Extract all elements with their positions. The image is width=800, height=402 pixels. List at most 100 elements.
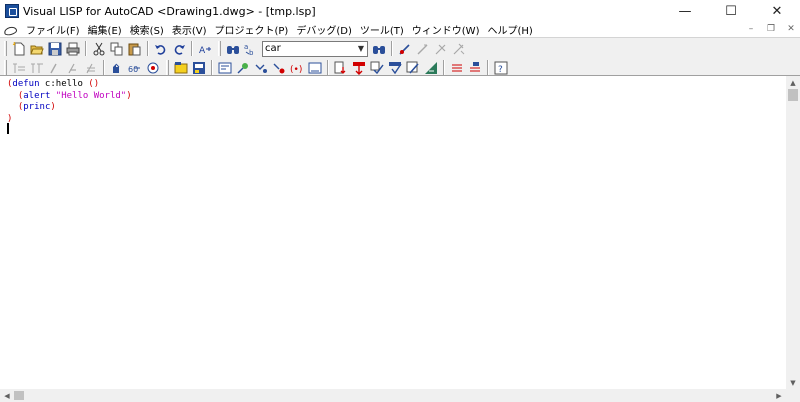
redo-icon[interactable]: [171, 41, 187, 57]
console-icon[interactable]: [191, 60, 207, 76]
toolbar-grip[interactable]: [218, 41, 221, 56]
replace-icon[interactable]: ab: [243, 41, 259, 57]
print-icon[interactable]: [65, 41, 81, 57]
toolbar-row-debug: 60 (•) ?: [0, 58, 800, 77]
menu-edit[interactable]: 編集(E): [84, 22, 126, 37]
scroll-up-button[interactable]: ▲: [786, 76, 800, 89]
menu-window[interactable]: ウィンドウ(W): [408, 22, 484, 37]
breakpoint-list-icon[interactable]: [351, 60, 367, 76]
open-file-icon[interactable]: [29, 41, 45, 57]
mdi-controls: – ❐ ✕: [744, 22, 798, 35]
format-icon[interactable]: [83, 60, 99, 76]
menu-file[interactable]: ファイル(F): [22, 22, 84, 37]
document-menu-icon[interactable]: [4, 25, 18, 35]
svg-text:b: b: [249, 49, 254, 56]
vertical-scroll-thumb[interactable]: [788, 89, 798, 101]
toolbar-grip[interactable]: [166, 60, 169, 75]
trace-window-icon[interactable]: [423, 60, 439, 76]
toolbar-grip[interactable]: [4, 41, 7, 56]
new-file-icon[interactable]: [11, 41, 27, 57]
toggle-breakpoint-icon[interactable]: [397, 41, 413, 57]
horizontal-scrollbar[interactable]: ◀ ▶: [0, 389, 786, 402]
maximize-button[interactable]: ☐: [708, 0, 754, 22]
comment-block-icon[interactable]: [467, 60, 483, 76]
trace-icon[interactable]: [433, 41, 449, 57]
doc-restore-button[interactable]: ❐: [764, 22, 778, 35]
code-line-3: (princ): [7, 102, 132, 114]
svg-text:A: A: [199, 46, 206, 56]
minimize-button[interactable]: —: [662, 0, 708, 22]
step-into-icon[interactable]: [235, 60, 251, 76]
undo-icon[interactable]: [153, 41, 169, 57]
toolbar-separator: [103, 60, 105, 75]
inspect-icon[interactable]: [415, 41, 431, 57]
svg-text:?: ?: [498, 65, 503, 75]
window-icon[interactable]: [145, 60, 161, 76]
search-combo-value[interactable]: car: [263, 43, 355, 54]
toolbar-separator: [191, 41, 193, 56]
keyword: alert: [23, 90, 51, 101]
paste-icon[interactable]: [127, 41, 143, 57]
scrollbar-corner: [786, 389, 800, 402]
svg-text:(•): (•): [290, 65, 302, 75]
toolbar-separator: [391, 41, 393, 56]
app-icon[interactable]: [5, 4, 19, 18]
indent-icon[interactable]: [11, 60, 27, 76]
unindent-icon[interactable]: [29, 60, 45, 76]
search-combo[interactable]: car ▼: [262, 40, 368, 57]
comment-icon[interactable]: [47, 60, 63, 76]
save-icon[interactable]: [47, 41, 63, 57]
close-button[interactable]: ✕: [754, 0, 800, 22]
menu-project[interactable]: プロジェクト(P): [211, 22, 293, 37]
check-icon[interactable]: 60: [127, 60, 143, 76]
load-selection-icon[interactable]: [109, 60, 125, 76]
load-file-icon[interactable]: [173, 60, 189, 76]
scroll-down-button[interactable]: ▼: [786, 376, 800, 389]
menu-view[interactable]: 表示(V): [168, 22, 211, 37]
toolbar-separator: [487, 60, 489, 75]
menu-help[interactable]: ヘルプ(H): [483, 22, 536, 37]
cut-icon[interactable]: [91, 41, 107, 57]
step-out-icon[interactable]: [271, 60, 287, 76]
scroll-right-button[interactable]: ▶: [772, 389, 786, 402]
code-line-4: ): [7, 114, 132, 126]
continue-icon[interactable]: (•): [289, 60, 305, 76]
menu-debug[interactable]: デバッグ(D): [292, 22, 356, 37]
list-icon[interactable]: [449, 60, 465, 76]
find-icon[interactable]: [225, 41, 241, 57]
copy-icon[interactable]: [109, 41, 125, 57]
toolbar-separator: [211, 60, 213, 75]
menu-search[interactable]: 検索(S): [126, 22, 168, 37]
toolbar-grip[interactable]: [4, 60, 7, 75]
doc-close-button[interactable]: ✕: [784, 22, 798, 35]
last-break-icon[interactable]: [369, 60, 385, 76]
inspect-value-icon[interactable]: [387, 60, 403, 76]
menu-tools[interactable]: ツール(T): [356, 22, 408, 37]
chevron-down-icon[interactable]: ▼: [355, 42, 367, 56]
toolbar-separator: [147, 41, 149, 56]
window-controls: — ☐ ✕: [662, 0, 800, 22]
step-over-icon[interactable]: [253, 60, 269, 76]
watch-window-icon[interactable]: [405, 60, 421, 76]
vertical-scrollbar[interactable]: ▲ ▼: [786, 76, 800, 389]
code-text[interactable]: (defun c:hello () (alert "Hello World") …: [7, 79, 132, 125]
scroll-left-button[interactable]: ◀: [0, 389, 14, 402]
string-literal: "Hello World": [55, 90, 127, 101]
uncomment-icon[interactable]: [65, 60, 81, 76]
apropos-icon[interactable]: [217, 60, 233, 76]
code-line-2: (alert "Hello World"): [7, 91, 132, 103]
window-title: Visual LISP for AutoCAD <Drawing1.dwg> -…: [23, 4, 316, 18]
complete-word-icon[interactable]: A: [197, 41, 213, 57]
watch-icon[interactable]: [451, 41, 467, 57]
quit-icon[interactable]: [307, 60, 323, 76]
help-icon[interactable]: ?: [493, 60, 509, 76]
doc-minimize-button[interactable]: –: [744, 22, 758, 35]
reset-icon[interactable]: [333, 60, 349, 76]
title-bar: Visual LISP for AutoCAD <Drawing1.dwg> -…: [0, 0, 800, 22]
code-editor[interactable]: (defun c:hello () (alert "Hello World") …: [0, 76, 786, 389]
find-toolbar-icon[interactable]: [371, 41, 387, 57]
horizontal-scroll-thumb[interactable]: [14, 391, 24, 400]
code-line-1: (defun c:hello (): [7, 79, 132, 91]
toolbar-separator: [327, 60, 329, 75]
symbol: c:hello: [39, 79, 89, 89]
